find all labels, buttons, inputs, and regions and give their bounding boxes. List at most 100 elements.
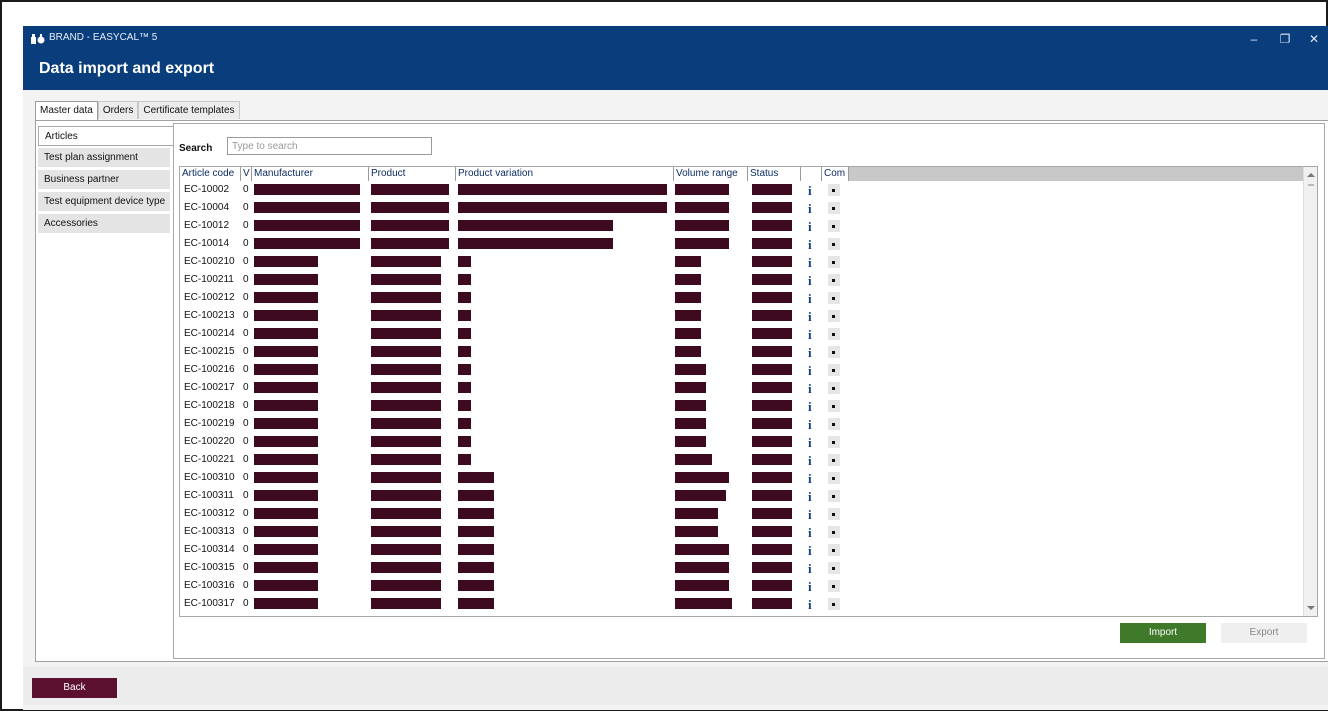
info-icon[interactable]: i — [808, 327, 812, 343]
comment-button[interactable] — [828, 508, 840, 520]
table-row[interactable]: EC-100310 0 i — [180, 469, 1317, 487]
sidebar-item-business-partner[interactable]: Business partner — [38, 170, 170, 190]
comment-button[interactable] — [828, 202, 840, 214]
table-row[interactable]: EC-100312 0 i — [180, 505, 1317, 523]
info-icon[interactable]: i — [808, 399, 812, 415]
search-input[interactable] — [227, 137, 432, 155]
col-v[interactable]: V — [241, 167, 252, 181]
table-row[interactable]: EC-100216 0 i — [180, 361, 1317, 379]
info-icon[interactable]: i — [808, 201, 812, 217]
comment-button[interactable] — [828, 364, 840, 376]
comment-button[interactable] — [828, 382, 840, 394]
table-row[interactable]: EC-100316 0 i — [180, 577, 1317, 595]
table-row[interactable]: EC-100214 0 i — [180, 325, 1317, 343]
comment-button[interactable] — [828, 418, 840, 430]
comment-button[interactable] — [828, 472, 840, 484]
col-article-code[interactable]: Article code — [180, 167, 241, 181]
info-icon[interactable]: i — [808, 291, 812, 307]
comment-button[interactable] — [828, 328, 840, 340]
info-icon[interactable]: i — [808, 435, 812, 451]
comment-button[interactable] — [828, 400, 840, 412]
info-icon[interactable]: i — [808, 345, 812, 361]
tab-certificate-templates[interactable]: Certificate templates — [138, 101, 240, 119]
info-icon[interactable]: i — [808, 309, 812, 325]
col-manufacturer[interactable]: Manufacturer — [252, 167, 369, 181]
export-button[interactable]: Export — [1221, 623, 1307, 643]
table-row[interactable]: EC-10002 0 i — [180, 181, 1317, 199]
info-icon[interactable]: i — [808, 273, 812, 289]
col-volume-range[interactable]: Volume range — [674, 167, 748, 181]
col-comment[interactable]: Com — [822, 167, 849, 181]
table-row[interactable]: EC-100317 0 i — [180, 595, 1317, 613]
info-icon[interactable]: i — [808, 219, 812, 235]
table-row[interactable]: EC-10014 0 i — [180, 235, 1317, 253]
minimize-icon[interactable]: – — [1242, 30, 1266, 48]
info-icon[interactable]: i — [808, 525, 812, 541]
comment-button[interactable] — [828, 346, 840, 358]
info-icon[interactable]: i — [808, 579, 812, 595]
table-row[interactable]: EC-100211 0 i — [180, 271, 1317, 289]
comment-button[interactable] — [828, 562, 840, 574]
import-button[interactable]: Import — [1120, 623, 1206, 643]
table-row[interactable]: EC-100220 0 i — [180, 433, 1317, 451]
table-row[interactable]: EC-100215 0 i — [180, 343, 1317, 361]
info-icon[interactable]: i — [808, 471, 812, 487]
table-row[interactable]: EC-100210 0 i — [180, 253, 1317, 271]
comment-button[interactable] — [828, 220, 840, 232]
table-row[interactable]: EC-100218 0 i — [180, 397, 1317, 415]
info-icon[interactable]: i — [808, 183, 812, 199]
comment-button[interactable] — [828, 238, 840, 250]
col-product[interactable]: Product — [369, 167, 456, 181]
back-button[interactable]: Back — [32, 678, 117, 698]
scroll-up-icon[interactable] — [1307, 173, 1315, 177]
table-row[interactable]: EC-100313 0 i — [180, 523, 1317, 541]
comment-button[interactable] — [828, 598, 840, 610]
info-icon[interactable]: i — [808, 381, 812, 397]
comment-button[interactable] — [828, 544, 840, 556]
sidebar-item-test-equipment-device-type[interactable]: Test equipment device type — [38, 192, 170, 212]
info-icon[interactable]: i — [808, 597, 812, 613]
tab-master-data[interactable]: Master data — [35, 101, 98, 121]
vertical-scrollbar[interactable] — [1303, 167, 1317, 616]
comment-button[interactable] — [828, 184, 840, 196]
table-row[interactable]: EC-100217 0 i — [180, 379, 1317, 397]
col-status[interactable]: Status — [748, 167, 801, 181]
table-row[interactable]: EC-10004 0 i — [180, 199, 1317, 217]
scroll-down-icon[interactable] — [1307, 606, 1315, 610]
table-row[interactable]: EC-100213 0 i — [180, 307, 1317, 325]
comment-button[interactable] — [828, 436, 840, 448]
info-icon[interactable]: i — [808, 255, 812, 271]
sidebar-item-accessories[interactable]: Accessories — [38, 214, 170, 234]
info-icon[interactable]: i — [808, 417, 812, 433]
table-row[interactable]: EC-100311 0 i — [180, 487, 1317, 505]
comment-button[interactable] — [828, 526, 840, 538]
table-row[interactable]: EC-100212 0 i — [180, 289, 1317, 307]
table-row[interactable]: EC-100315 0 i — [180, 559, 1317, 577]
scroll-thumb[interactable] — [1308, 184, 1314, 186]
comment-button[interactable] — [828, 490, 840, 502]
sidebar-item-articles[interactable]: Articles — [38, 126, 175, 146]
info-icon[interactable]: i — [808, 543, 812, 559]
table-row[interactable]: EC-100219 0 i — [180, 415, 1317, 433]
comment-button[interactable] — [828, 292, 840, 304]
restore-icon[interactable]: ❐ — [1273, 30, 1297, 48]
table-row[interactable]: EC-100221 0 i — [180, 451, 1317, 469]
close-icon[interactable]: ✕ — [1302, 30, 1326, 48]
table-row[interactable]: EC-10012 0 i — [180, 217, 1317, 235]
comment-button[interactable] — [828, 310, 840, 322]
comment-button[interactable] — [828, 454, 840, 466]
table-row[interactable]: EC-100314 0 i — [180, 541, 1317, 559]
info-icon[interactable]: i — [808, 507, 812, 523]
comment-button[interactable] — [828, 274, 840, 286]
tab-orders[interactable]: Orders — [97, 101, 139, 119]
info-icon[interactable]: i — [808, 453, 812, 469]
info-icon[interactable]: i — [808, 489, 812, 505]
col-info[interactable] — [801, 167, 822, 181]
comment-button[interactable] — [828, 580, 840, 592]
comment-button[interactable] — [828, 256, 840, 268]
info-icon[interactable]: i — [808, 237, 812, 253]
col-product-variation[interactable]: Product variation — [456, 167, 674, 181]
sidebar-item-test-plan-assignment[interactable]: Test plan assignment — [38, 148, 170, 168]
info-icon[interactable]: i — [808, 561, 812, 577]
info-icon[interactable]: i — [808, 363, 812, 379]
